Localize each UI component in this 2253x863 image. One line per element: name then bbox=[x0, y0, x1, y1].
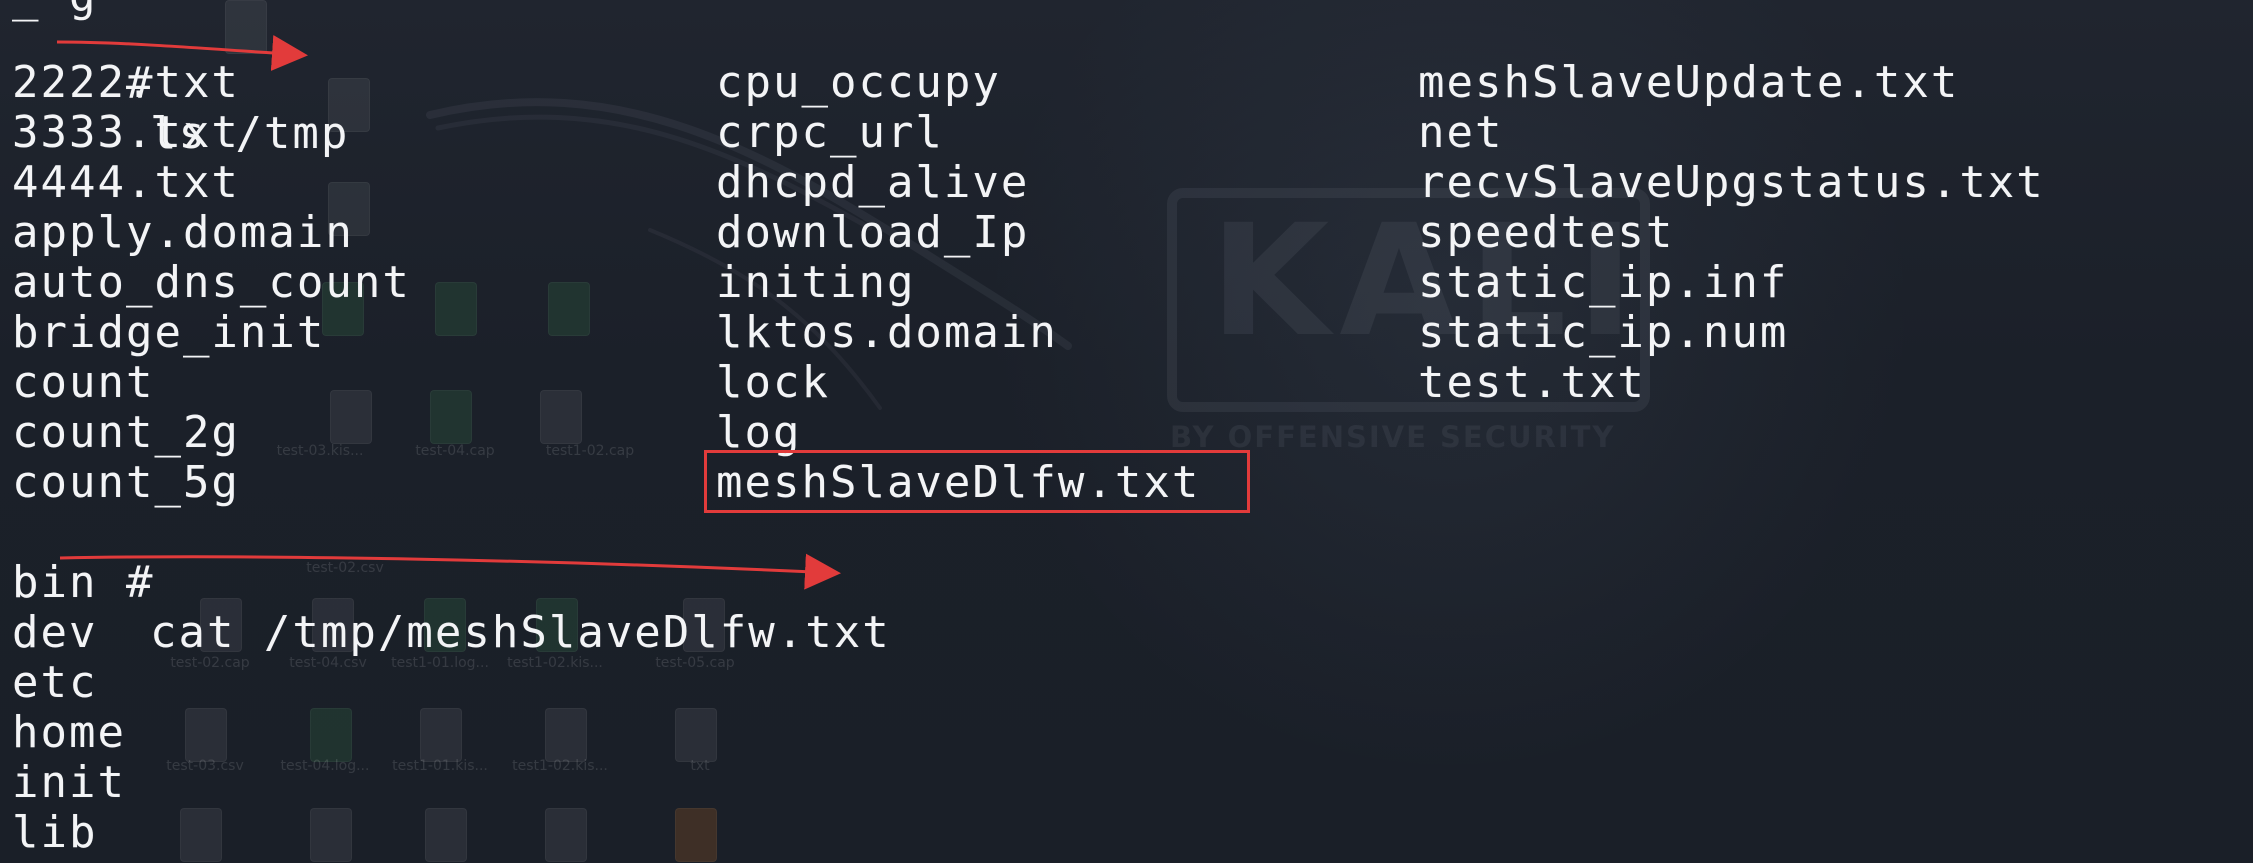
output-line: init bbox=[12, 757, 126, 808]
ls-item: crpc_url bbox=[716, 107, 944, 158]
output-line: lib bbox=[12, 807, 98, 858]
output-line: dev bbox=[12, 607, 98, 658]
ls-item: meshSlaveUpdate.txt bbox=[1418, 57, 1960, 108]
desktop-file-icon bbox=[420, 708, 462, 762]
ls-item: speedtest bbox=[1418, 207, 1675, 258]
desktop-file-icon bbox=[425, 808, 467, 862]
desktop-icon-caption: test1-02.cap bbox=[545, 443, 635, 459]
output-line: home bbox=[12, 707, 126, 758]
prompt-symbol: # bbox=[125, 557, 155, 608]
desktop-icon-caption: test-03.kis... bbox=[276, 443, 364, 459]
desktop-spreadsheet-icon bbox=[430, 390, 472, 444]
ls-item: count bbox=[12, 357, 155, 408]
ls-item: cpu_occupy bbox=[716, 57, 1001, 108]
desktop-file-icon bbox=[185, 708, 227, 762]
ls-item: download_Ip bbox=[716, 207, 1030, 258]
desktop-file-icon bbox=[675, 708, 717, 762]
terminal-window[interactable]: KALI BY OFFENSIVE SECURITY test-02.csv t… bbox=[0, 0, 2253, 863]
ls-item: recvSlaveUpgstatus.txt bbox=[1418, 157, 2045, 208]
ls-item: 2222.txt bbox=[12, 57, 240, 108]
ls-item: static_ip.num bbox=[1418, 307, 1789, 358]
kali-watermark-subtitle: BY OFFENSIVE SECURITY bbox=[1170, 420, 1616, 454]
ls-item: 3333.txt bbox=[12, 107, 240, 158]
output-line: bin bbox=[12, 557, 98, 608]
desktop-file-icon bbox=[540, 390, 582, 444]
desktop-file-icon bbox=[310, 808, 352, 862]
desktop-icon-caption: test1-02.kis... bbox=[512, 758, 608, 774]
ls-item: count_2g bbox=[12, 407, 240, 458]
desktop-spreadsheet-icon bbox=[435, 282, 477, 336]
desktop-archive-icon bbox=[675, 808, 717, 862]
ls-item: lktos.domain bbox=[716, 307, 1058, 358]
ls-item: static_ip.inf bbox=[1418, 257, 1789, 308]
desktop-icon-caption: txt bbox=[690, 758, 710, 774]
desktop-file-icon bbox=[545, 708, 587, 762]
desktop-file-icon bbox=[545, 808, 587, 862]
desktop-spreadsheet-icon bbox=[548, 282, 590, 336]
desktop-icon-caption: test-03.csv bbox=[166, 758, 244, 774]
desktop-file-icon bbox=[330, 390, 372, 444]
ls-item: count_5g bbox=[12, 457, 240, 508]
ls-item: initing bbox=[716, 257, 916, 308]
highlight-box bbox=[704, 450, 1250, 513]
desktop-icon-caption: test1-01.kis... bbox=[392, 758, 488, 774]
ls-item: auto_dns_count bbox=[12, 257, 411, 308]
desktop-file-icon bbox=[180, 808, 222, 862]
ls-item: test.txt bbox=[1418, 357, 1646, 408]
ls-item: lock bbox=[716, 357, 830, 408]
output-line: etc bbox=[12, 657, 98, 708]
desktop-icon-caption: test-04.log... bbox=[280, 758, 370, 774]
desktop-spreadsheet-icon bbox=[310, 708, 352, 762]
desktop-icon-caption: test-04.cap bbox=[415, 443, 495, 459]
ls-item: net bbox=[1418, 107, 1504, 158]
ls-item: 4444.txt bbox=[12, 157, 240, 208]
ls-item: bridge_init bbox=[12, 307, 326, 358]
command-text-cat: cat /tmp/meshSlaveDlfw.txt bbox=[149, 607, 891, 658]
ls-item: dhcpd_alive bbox=[716, 157, 1030, 208]
ls-item: apply.domain bbox=[12, 207, 354, 258]
command-line-cat: # cat /tmp/meshSlaveDlfw.txt bbox=[12, 508, 891, 708]
